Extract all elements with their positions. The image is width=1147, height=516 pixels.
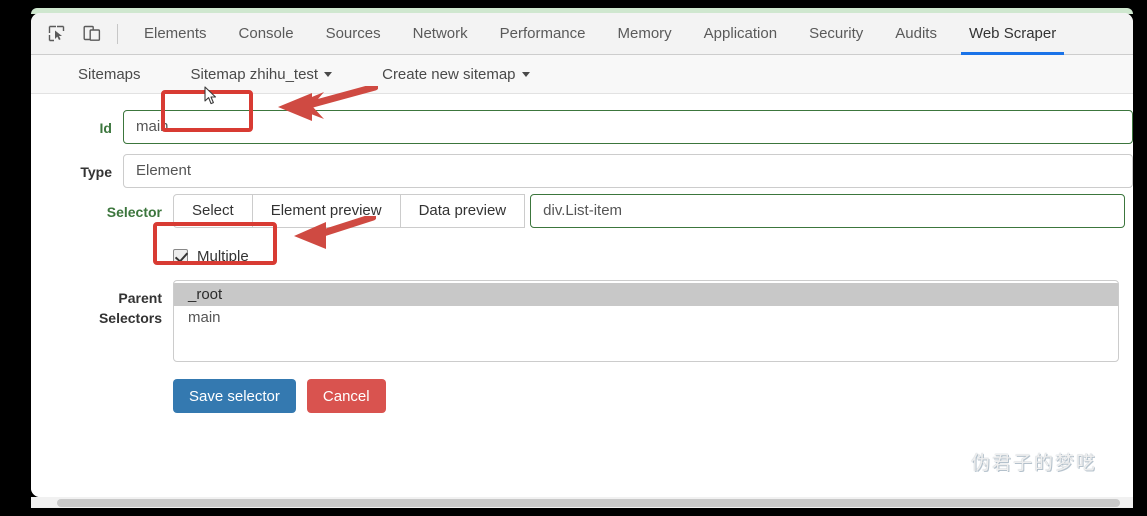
multiple-checkbox[interactable] xyxy=(173,248,188,264)
tab-sources[interactable]: Sources xyxy=(310,13,397,55)
tab-memory[interactable]: Memory xyxy=(602,13,688,55)
parent-selectors-list[interactable]: _root main xyxy=(173,280,1119,362)
form-row-parent-selectors: Parent Selectors _root main xyxy=(31,280,1133,362)
tab-web-scraper[interactable]: Web Scraper xyxy=(953,13,1072,55)
selector-input[interactable]: div.List-item xyxy=(530,194,1126,228)
multiple-checkbox-label: Multiple xyxy=(197,247,249,265)
web-scraper-nav-bar: Sitemaps Sitemap zhihu_test Create new s… xyxy=(31,55,1133,94)
type-select[interactable]: Element xyxy=(123,154,1133,188)
tab-label: Performance xyxy=(499,25,586,42)
tab-label: Network xyxy=(412,25,468,42)
cancel-button[interactable]: Cancel xyxy=(306,379,386,413)
data-preview-button[interactable]: Data preview xyxy=(400,194,526,228)
selector-edit-form: Id main Type Element Selector Select Ele… xyxy=(31,94,1133,497)
selector-label: Selector xyxy=(106,204,162,220)
tab-console[interactable]: Console xyxy=(223,13,310,55)
tab-label: Audits xyxy=(895,25,937,42)
chevron-down-icon xyxy=(521,71,530,77)
tab-audits[interactable]: Audits xyxy=(879,13,953,55)
tab-label: Web Scraper xyxy=(968,25,1057,42)
nav-item-sitemap-zhihu-test[interactable]: Sitemap zhihu_test xyxy=(177,66,347,83)
chevron-down-icon xyxy=(324,71,333,77)
form-row-actions: Save selector Cancel xyxy=(31,379,1133,413)
screenshot-frame: Elements Console Sources Network Perform… xyxy=(0,0,1147,516)
id-input[interactable]: main xyxy=(123,110,1133,144)
tab-application[interactable]: Application xyxy=(688,13,793,55)
devtools-panel: Elements Console Sources Network Perform… xyxy=(31,13,1133,497)
watermark-text: 伪君子的梦呓 xyxy=(970,452,1097,474)
list-item[interactable]: _root xyxy=(174,283,1118,306)
id-label: Id xyxy=(99,120,112,136)
tab-security[interactable]: Security xyxy=(793,13,879,55)
parent-selectors-label: Parent Selectors xyxy=(31,280,162,362)
tab-label: Security xyxy=(809,25,864,42)
tab-label: Elements xyxy=(144,25,207,42)
toolbar-separator xyxy=(117,23,118,44)
nav-item-create-new-sitemap[interactable]: Create new sitemap xyxy=(368,66,543,83)
nav-item-label: Sitemap zhihu_test xyxy=(190,65,319,83)
devtools-tab-bar: Elements Console Sources Network Perform… xyxy=(31,13,1133,55)
element-preview-button[interactable]: Element preview xyxy=(252,194,401,228)
tab-performance[interactable]: Performance xyxy=(484,13,602,55)
form-row-selector: Selector Select Element preview Data pre… xyxy=(31,194,1133,228)
multiple-checkbox-row[interactable]: Multiple xyxy=(173,244,249,268)
nav-item-label: Create new sitemap xyxy=(382,65,516,83)
nav-item-sitemaps[interactable]: Sitemaps xyxy=(64,66,155,83)
select-button[interactable]: Select xyxy=(173,194,253,228)
tab-elements[interactable]: Elements xyxy=(128,13,223,55)
tab-label: Memory xyxy=(617,25,672,42)
parent-selectors-label-line1: Parent xyxy=(118,290,162,306)
form-row-id: Id main xyxy=(31,110,1133,144)
nav-item-label: Sitemaps xyxy=(78,65,141,83)
form-row-type: Type Element xyxy=(31,154,1133,188)
type-label: Type xyxy=(80,164,112,180)
inspect-element-icon[interactable] xyxy=(41,20,71,48)
tab-label: Console xyxy=(238,25,294,42)
list-item[interactable]: main xyxy=(174,306,1118,329)
tab-network[interactable]: Network xyxy=(397,13,484,55)
device-toolbar-icon[interactable] xyxy=(77,20,107,48)
selector-controls: Select Element preview Data preview div.… xyxy=(173,194,1126,228)
horizontal-scrollbar-thumb[interactable] xyxy=(57,499,1120,507)
parent-selectors-label-line2: Selectors xyxy=(98,310,162,326)
form-row-multiple: Multiple xyxy=(31,244,1133,268)
tab-label: Sources xyxy=(325,25,381,42)
tab-label: Application xyxy=(703,25,778,42)
save-selector-button[interactable]: Save selector xyxy=(173,379,296,413)
